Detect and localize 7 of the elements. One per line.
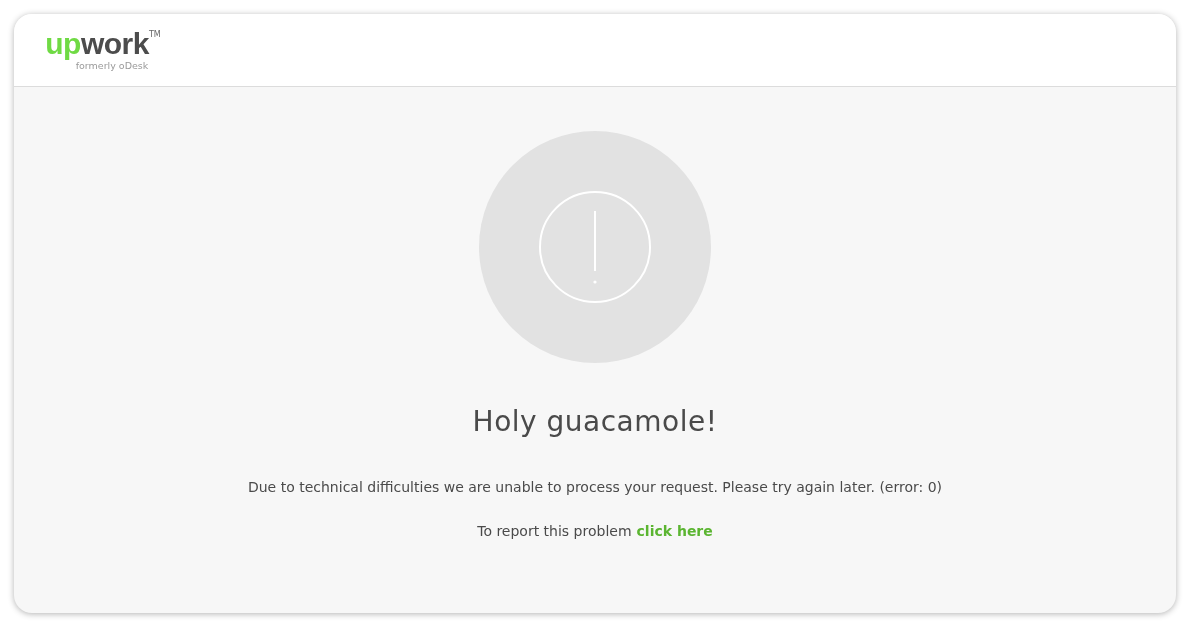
logo-tagline: formerly oDesk bbox=[75, 60, 149, 72]
error-title: Holy guacamole! bbox=[472, 404, 718, 440]
trademark: TM bbox=[148, 30, 161, 39]
brand-logo[interactable]: upwork bbox=[45, 28, 149, 60]
error-message: Due to technical difficulties we are unable to process your request. Please try again later. (error: 0) bbox=[247, 478, 943, 497]
alert-icon bbox=[479, 131, 711, 363]
report-text: To report this problem bbox=[477, 522, 632, 541]
